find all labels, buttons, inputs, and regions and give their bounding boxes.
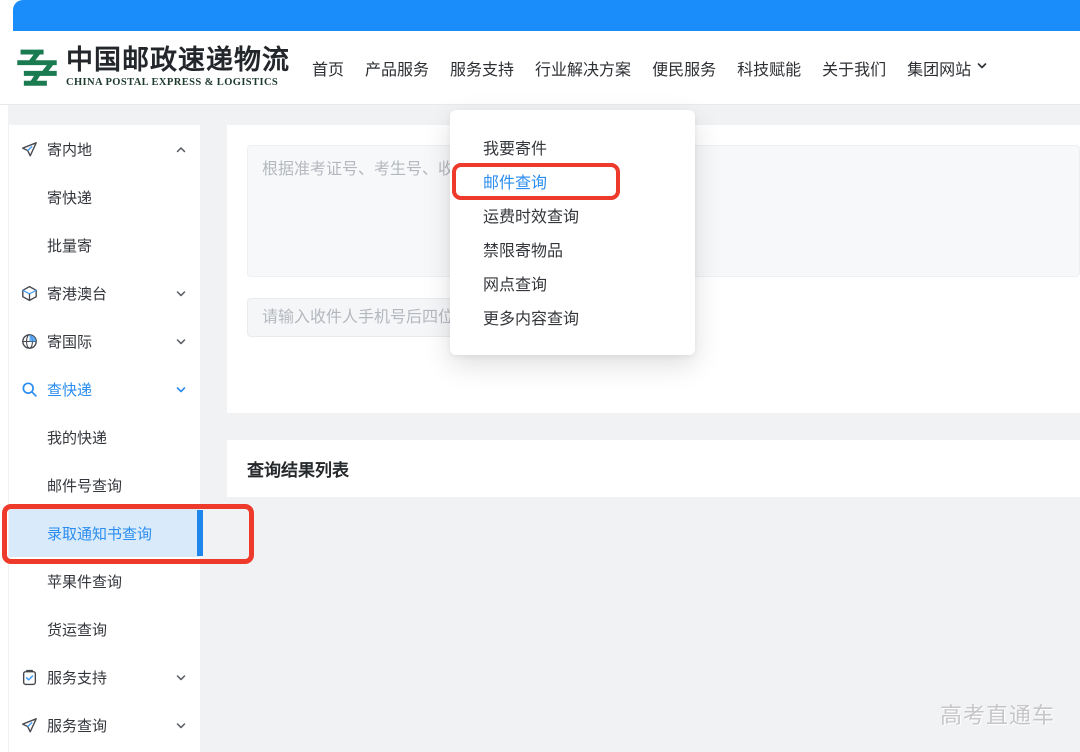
site-header: 中国邮政速递物流 CHINA POSTAL EXPRESS & LOGISTIC… bbox=[0, 31, 1080, 105]
main-nav: 首页 产品服务 服务支持 行业解决方案 便民服务 科技赋能 关于我们 集团网站 bbox=[312, 31, 988, 104]
sidebar-item-send-express[interactable]: 寄快递 bbox=[9, 173, 200, 221]
results-section: 查询结果列表 bbox=[227, 440, 1080, 497]
china-post-emblem-icon bbox=[14, 42, 60, 90]
chevron-down-icon bbox=[175, 335, 187, 347]
watermark: 高考直通车 bbox=[940, 698, 1055, 730]
page: 中国邮政速递物流 CHINA POSTAL EXPRESS & LOGISTIC… bbox=[0, 0, 1080, 752]
chevron-down-icon bbox=[175, 287, 187, 299]
nav-convenience-services[interactable]: 便民服务 bbox=[652, 56, 716, 80]
sidebar-item-freight-query[interactable]: 货运查询 bbox=[9, 605, 200, 653]
logo[interactable]: 中国邮政速递物流 CHINA POSTAL EXPRESS & LOGISTIC… bbox=[14, 42, 290, 90]
chevron-down-icon bbox=[175, 719, 187, 731]
sidebar-item-label: 寄港澳台 bbox=[47, 283, 107, 304]
sidebar-item-service-support[interactable]: 服务支持 bbox=[9, 653, 200, 701]
dropdown-item-prohibited-items[interactable]: 禁限寄物品 bbox=[450, 235, 695, 269]
sidebar-item-send-hk-mo-tw[interactable]: 寄港澳台 bbox=[9, 269, 200, 317]
sidebar-item-label: 批量寄 bbox=[47, 235, 92, 256]
nav-about-us[interactable]: 关于我们 bbox=[822, 56, 886, 80]
query-dropdown-menu: 我要寄件 邮件查询 运费时效查询 禁限寄物品 网点查询 更多内容查询 bbox=[450, 110, 695, 355]
chevron-down-icon bbox=[175, 383, 187, 395]
send-icon bbox=[21, 141, 38, 158]
logo-subtitle: CHINA POSTAL EXPRESS & LOGISTICS bbox=[66, 77, 290, 88]
nav-group-site[interactable]: 集团网站 bbox=[907, 56, 988, 80]
nav-industry-solutions[interactable]: 行业解决方案 bbox=[535, 56, 631, 80]
sidebar-item-send-domestic[interactable]: 寄内地 bbox=[9, 125, 200, 173]
clipboard-check-icon bbox=[21, 669, 38, 686]
dropdown-item-mail-query[interactable]: 邮件查询 bbox=[450, 167, 695, 201]
sidebar-item-batch-send[interactable]: 批量寄 bbox=[9, 221, 200, 269]
sidebar-item-my-express[interactable]: 我的快递 bbox=[9, 413, 200, 461]
box-icon bbox=[21, 285, 38, 302]
chevron-down-icon bbox=[976, 59, 988, 77]
nav-service-support[interactable]: 服务支持 bbox=[450, 56, 514, 80]
nav-home[interactable]: 首页 bbox=[312, 56, 344, 80]
sidebar-item-track-express[interactable]: 查快递 bbox=[9, 365, 200, 413]
sidebar-item-label: 寄内地 bbox=[47, 139, 92, 160]
sidebar-item-label: 服务查询 bbox=[47, 715, 107, 736]
sidebar-item-mail-number-query[interactable]: 邮件号查询 bbox=[9, 461, 200, 509]
sidebar-item-label: 我的快递 bbox=[47, 427, 107, 448]
nav-group-site-label: 集团网站 bbox=[907, 56, 971, 80]
sidebar: 寄内地 寄快递 批量寄 寄港澳台 寄国际 bbox=[8, 125, 200, 752]
sidebar-item-label: 苹果件查询 bbox=[47, 571, 122, 592]
sidebar-item-service-query[interactable]: 服务查询 bbox=[9, 701, 200, 749]
logo-title: 中国邮政速递物流 bbox=[66, 45, 290, 75]
send-icon bbox=[21, 717, 38, 734]
top-blue-bar bbox=[13, 0, 1080, 31]
nav-tech-enablement[interactable]: 科技赋能 bbox=[737, 56, 801, 80]
nav-products[interactable]: 产品服务 bbox=[365, 56, 429, 80]
sidebar-item-label: 查快递 bbox=[47, 379, 92, 400]
sidebar-item-admission-letter-query[interactable]: 录取通知书查询 bbox=[9, 509, 200, 557]
results-title: 查询结果列表 bbox=[247, 456, 349, 481]
dropdown-item-outlet-query[interactable]: 网点查询 bbox=[450, 269, 695, 303]
chevron-up-icon bbox=[175, 143, 187, 155]
active-indicator-bar bbox=[197, 510, 203, 556]
dropdown-item-more-content-query[interactable]: 更多内容查询 bbox=[450, 303, 695, 337]
chevron-down-icon bbox=[175, 671, 187, 683]
sidebar-item-label: 货运查询 bbox=[47, 619, 107, 640]
search-icon bbox=[21, 381, 38, 398]
dropdown-item-freight-time-query[interactable]: 运费时效查询 bbox=[450, 201, 695, 235]
sidebar-item-label: 寄国际 bbox=[47, 331, 92, 352]
sidebar-item-label: 邮件号查询 bbox=[47, 475, 122, 496]
dropdown-item-send-mail[interactable]: 我要寄件 bbox=[450, 133, 695, 167]
sidebar-item-send-international[interactable]: 寄国际 bbox=[9, 317, 200, 365]
sidebar-item-apple-query[interactable]: 苹果件查询 bbox=[9, 557, 200, 605]
sidebar-item-label: 服务支持 bbox=[47, 667, 107, 688]
globe-icon bbox=[21, 333, 38, 350]
sidebar-item-label: 录取通知书查询 bbox=[47, 523, 152, 544]
sidebar-item-label: 寄快递 bbox=[47, 187, 92, 208]
